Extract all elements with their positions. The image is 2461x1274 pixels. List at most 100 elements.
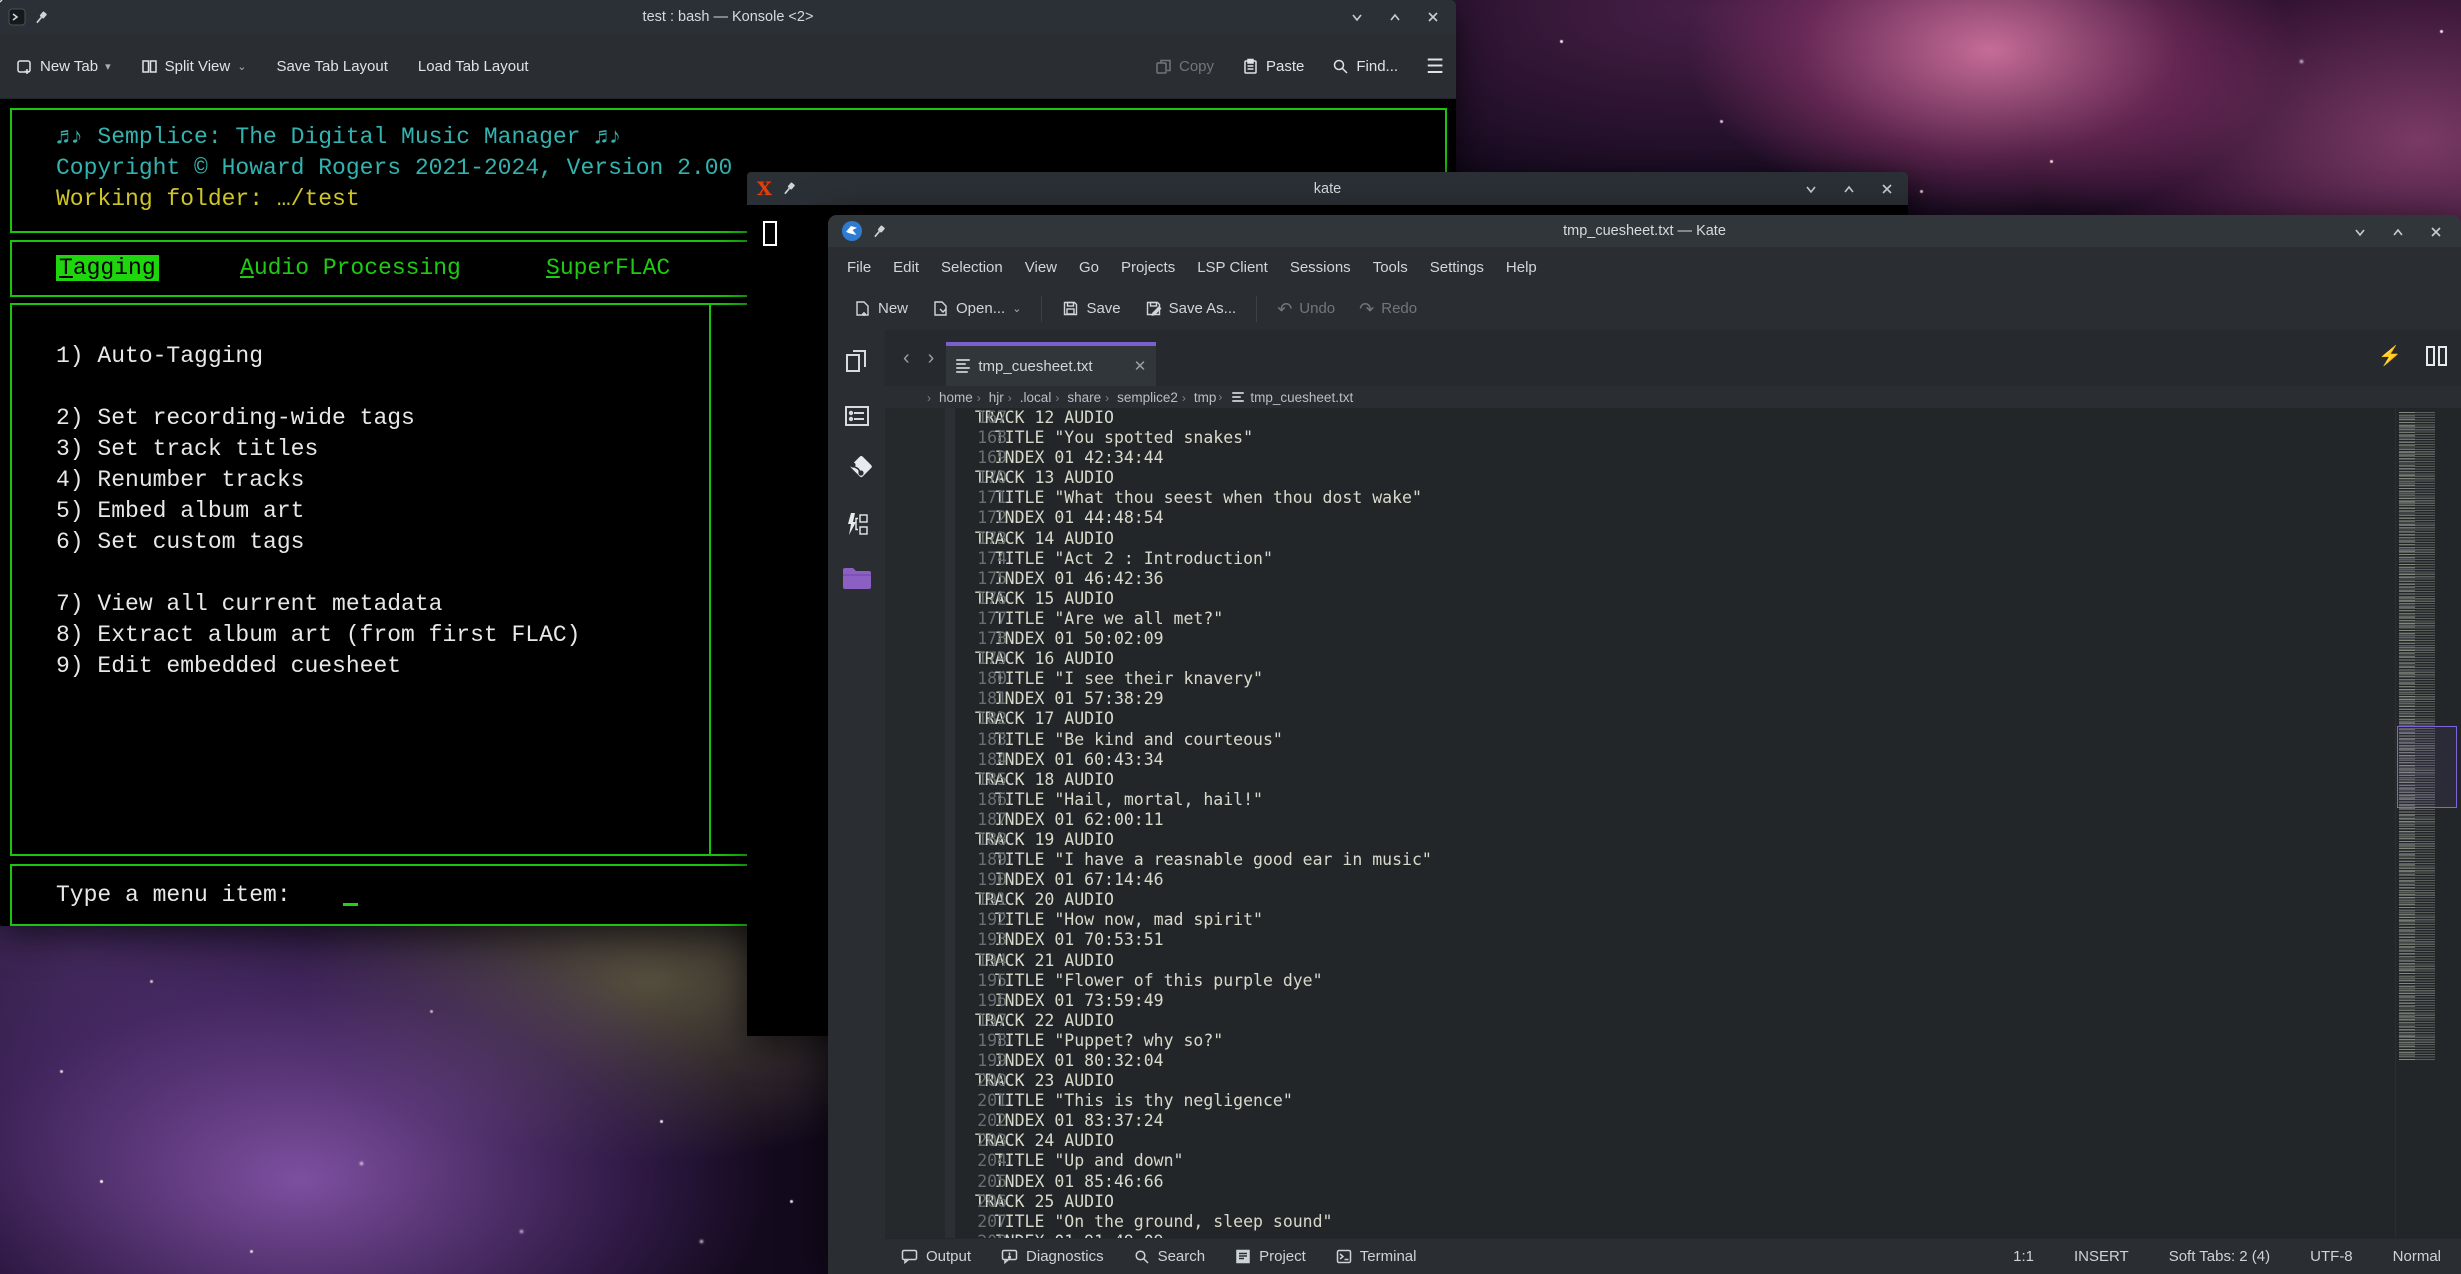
breadcrumb-item[interactable]: share (1053, 390, 1103, 405)
pin-icon[interactable] (872, 224, 887, 239)
save-button[interactable]: Save (1050, 300, 1132, 317)
minimize-button[interactable] (2345, 221, 2375, 243)
diagnostics-panel-button[interactable]: Diagnostics (1001, 1248, 1104, 1265)
code-line: 199 INDEX 01 80:32:04 (955, 1051, 2395, 1071)
hamburger-menu-button[interactable]: ☰ (1426, 54, 1444, 79)
line-number: 182 (955, 709, 1007, 729)
code-text[interactable]: 167 TRACK 12 AUDIO 168 TITLE "You spotte… (955, 408, 2395, 1238)
insert-mode[interactable]: INSERT (2074, 1248, 2129, 1265)
toolbar-separator (1041, 296, 1042, 322)
terminal-cursor (343, 885, 358, 906)
code-line: 185 TRACK 18 AUDIO (955, 770, 2395, 790)
code-line: 203 TRACK 24 AUDIO (955, 1131, 2395, 1151)
tab-settings[interactable]: Soft Tabs: 2 (4) (2169, 1248, 2270, 1265)
tab-close-icon[interactable]: ✕ (1134, 357, 1147, 375)
kate-toolbar: New Open...⌄ Save Save As... ↶ Undo ↷ Re… (828, 287, 2461, 330)
output-panel-button[interactable]: Output (901, 1248, 971, 1265)
encoding[interactable]: UTF-8 (2310, 1248, 2353, 1265)
maximize-button[interactable] (1380, 6, 1410, 28)
git-icon[interactable] (841, 454, 873, 486)
project-panel-button[interactable]: Project (1235, 1248, 1306, 1265)
breadcrumb-item[interactable]: hjr (975, 390, 1006, 405)
code-line: 201 TITLE "This is thy negligence" (955, 1091, 2395, 1111)
split-view-icon[interactable] (2426, 346, 2447, 366)
tab-prev-icon[interactable]: ‹ (897, 347, 916, 370)
menu[interactable]: Edit (882, 259, 930, 276)
kate-menubar: FileEditSelectionViewGoProjectsLSP Clien… (828, 247, 2461, 287)
line-number: 176 (955, 589, 1007, 609)
konsole-titlebar[interactable]: test : bash — Konsole <2> (0, 0, 1456, 34)
find-button[interactable]: Find... (1332, 58, 1398, 75)
maximize-button[interactable] (2383, 221, 2413, 243)
code-line: 191 TRACK 20 AUDIO (955, 890, 2395, 910)
line-number: 175 (955, 569, 1007, 589)
menu[interactable]: Settings (1419, 259, 1495, 276)
diagnostics-icon (1001, 1249, 1018, 1264)
project-icon (1235, 1249, 1251, 1264)
breadcrumb-item[interactable]: semplice2 (1103, 390, 1180, 405)
line-number: 188 (955, 830, 1007, 850)
cursor-position[interactable]: 1:1 (2013, 1248, 2034, 1265)
minimize-button[interactable] (1342, 6, 1372, 28)
line-text: TITLE "Flower of this purple dye" (955, 971, 1323, 991)
lsp-diagnostics-icon[interactable] (841, 508, 873, 540)
close-button[interactable] (2421, 221, 2451, 243)
new-tab-button[interactable]: New Tab▾ (16, 58, 111, 75)
split-view-button[interactable]: Split View⌄ (141, 58, 247, 75)
breadcrumb-item[interactable]: .local (1006, 390, 1054, 405)
save-as-icon (1145, 300, 1162, 317)
xterm-titlebar[interactable]: X kate (747, 172, 1908, 205)
kate-tabbar: ‹ › tmp_cuesheet.txt ✕ ⚡ (885, 330, 2461, 386)
code-line: 183 TITLE "Be kind and courteous" (955, 730, 2395, 750)
breadcrumb-item[interactable]: tmp (1180, 390, 1219, 405)
kate-titlebar[interactable]: tmp_cuesheet.txt — Kate (828, 215, 2461, 247)
documents-panel-icon[interactable] (841, 346, 873, 378)
code-line: 202 INDEX 01 83:37:24 (955, 1111, 2395, 1131)
code-line: 196 INDEX 01 73:59:49 (955, 991, 2395, 1011)
breadcrumb-file[interactable]: tmp_cuesheet.txt (1218, 390, 1353, 405)
open-button[interactable]: Open...⌄ (920, 300, 1033, 317)
pin-icon[interactable] (34, 10, 49, 25)
menu[interactable]: Projects (1110, 259, 1186, 276)
menu[interactable]: Sessions (1279, 259, 1362, 276)
menu[interactable]: Help (1495, 259, 1548, 276)
tab-next-icon[interactable]: › (922, 347, 941, 370)
menu[interactable]: Go (1068, 259, 1110, 276)
new-file-icon (854, 300, 871, 317)
editor-area[interactable]: 167 TRACK 12 AUDIO 168 TITLE "You spotte… (885, 408, 2461, 1238)
menu[interactable]: LSP Client (1186, 259, 1279, 276)
document-icon (1232, 392, 1244, 402)
symbols-outline-icon[interactable] (841, 400, 873, 432)
code-line: 179 TRACK 16 AUDIO (955, 649, 2395, 669)
menu[interactable]: File (836, 259, 882, 276)
menu[interactable]: Selection (930, 259, 1014, 276)
code-line: 175 INDEX 01 46:42:36 (955, 569, 2395, 589)
line-text: TITLE "On the ground, sleep sound" (955, 1212, 1333, 1232)
quick-open-icon[interactable]: ⚡ (2378, 344, 2402, 368)
close-button[interactable] (1418, 6, 1448, 28)
line-number: 199 (955, 1051, 1007, 1071)
menu[interactable]: Tools (1362, 259, 1419, 276)
load-tab-layout-button[interactable]: Load Tab Layout (418, 58, 529, 75)
save-tab-layout-button[interactable]: Save Tab Layout (276, 58, 387, 75)
maximize-button[interactable] (1834, 178, 1864, 200)
code-line: 194 TRACK 21 AUDIO (955, 951, 2395, 971)
search-panel-button[interactable]: Search (1134, 1248, 1206, 1265)
filesystem-folder-icon[interactable] (841, 562, 873, 594)
paste-button[interactable]: Paste (1242, 58, 1304, 75)
close-button[interactable] (1872, 178, 1902, 200)
fold-marker-column (945, 408, 955, 1238)
toolbar-separator (1256, 296, 1257, 322)
terminal-panel-button[interactable]: Terminal (1336, 1248, 1417, 1265)
breadcrumb-item[interactable]: home (925, 390, 975, 405)
tab-tmp-cuesheet[interactable]: tmp_cuesheet.txt ✕ (946, 342, 1156, 386)
minimize-button[interactable] (1796, 178, 1826, 200)
line-number-gutter[interactable] (885, 408, 945, 1238)
pin-icon[interactable] (782, 181, 797, 196)
minimap-viewport[interactable] (2397, 726, 2457, 808)
minimap-scrollbar[interactable] (2395, 408, 2461, 1238)
save-as-button[interactable]: Save As... (1133, 300, 1249, 317)
highlight-mode[interactable]: Normal (2393, 1248, 2441, 1265)
menu[interactable]: View (1014, 259, 1068, 276)
new-button[interactable]: New (842, 300, 920, 317)
